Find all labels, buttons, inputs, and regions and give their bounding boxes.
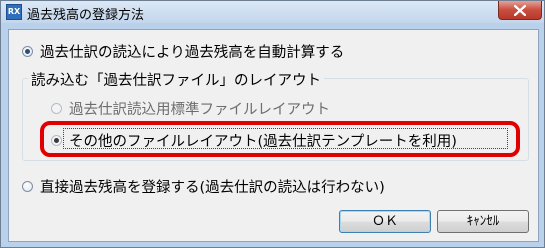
ok-button[interactable]: ＯＫ <box>339 210 431 233</box>
other-layout-label: その他のファイルレイアウト(過去仕訳テンプレートを利用) <box>69 134 457 150</box>
dialog-window: RX 過去残高の登録方法 過去仕訳の読込により過去残高を自動計算する 読み込む「… <box>0 0 545 248</box>
title-bar[interactable]: RX 過去残高の登録方法 <box>1 1 544 23</box>
close-button[interactable] <box>498 1 542 20</box>
standard-layout-label: 過去仕訳読込用標準ファイルレイアウト <box>69 102 330 118</box>
dialog-body: 過去仕訳の読込により過去残高を自動計算する 読み込む「過去仕訳ファイル」のレイア… <box>8 29 539 242</box>
cancel-button[interactable]: ｷｬﾝｾﾙ <box>437 210 529 233</box>
auto-calc-label: 過去仕訳の読込により過去残高を自動計算する <box>40 45 345 61</box>
app-icon: RX <box>6 4 22 20</box>
direct-register-option[interactable]: 直接過去残高を登録する(過去仕訳の読込は行わない) <box>22 176 385 197</box>
direct-register-radio[interactable] <box>22 181 33 192</box>
auto-calc-option[interactable]: 過去仕訳の読込により過去残高を自動計算する <box>22 41 344 62</box>
direct-register-label: 直接過去残高を登録する(過去仕訳の読込は行わない) <box>40 180 385 196</box>
other-layout-radio[interactable] <box>51 135 62 146</box>
other-layout-option[interactable]: その他のファイルレイアウト(過去仕訳テンプレートを利用) <box>51 130 457 151</box>
close-icon <box>514 5 526 16</box>
standard-layout-radio[interactable] <box>51 103 62 114</box>
window-title: 過去残高の登録方法 <box>27 8 145 23</box>
layout-group-label: 読み込む「過去仕訳ファイル」のレイアウト <box>28 69 324 90</box>
standard-layout-option[interactable]: 過去仕訳読込用標準ファイルレイアウト <box>51 98 330 119</box>
auto-calc-radio[interactable] <box>22 46 33 57</box>
